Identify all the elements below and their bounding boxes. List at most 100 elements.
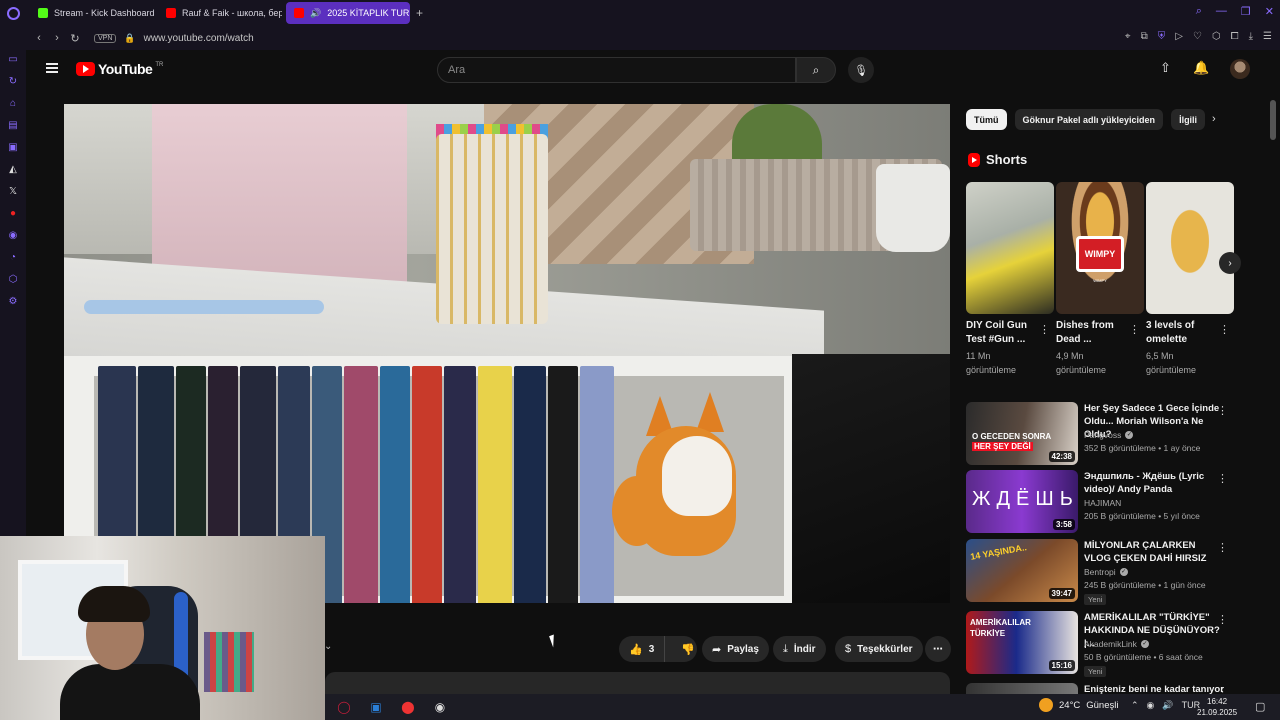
short-thumbnail[interactable]: [966, 182, 1054, 314]
hamburger-menu-icon[interactable]: [46, 63, 58, 73]
more-vertical-icon[interactable]: ⋮: [1217, 613, 1228, 626]
cube-icon[interactable]: ⬡: [1212, 31, 1221, 42]
like-button[interactable]: 👍 3: [619, 636, 666, 662]
voice-search-button[interactable]: 🎙: [848, 57, 874, 83]
tab-kitaplik-turu[interactable]: 🔊 2025 KİTAPLIK TURU: [286, 2, 410, 24]
url-field[interactable]: www.youtube.com/watch: [144, 33, 254, 44]
clock-icon[interactable]: ◔: [6, 250, 20, 264]
short-item[interactable]: DIY Coil Gun Test #Gun ... 11 Mn görüntü…: [966, 182, 1054, 377]
search-tabs-icon[interactable]: ⌕: [1196, 5, 1202, 18]
short-thumbnail[interactable]: WIMPY WIMPY: [1056, 182, 1144, 314]
short-item[interactable]: WIMPY WIMPY Dishes from Dead ... 4,9 Mn …: [1056, 182, 1144, 377]
twitch-icon[interactable]: ▤: [6, 118, 20, 132]
more-vertical-icon[interactable]: ⋮: [1039, 323, 1050, 336]
new-tab-button[interactable]: +: [416, 6, 423, 20]
youtube-logo[interactable]: YouTube TR: [76, 61, 163, 77]
chip-related[interactable]: İlgili: [1171, 109, 1206, 130]
video-player[interactable]: [64, 104, 950, 603]
heart-icon[interactable]: ♡: [1193, 31, 1202, 42]
opera-gx-taskbar-icon[interactable]: ◯: [331, 695, 357, 719]
discord-icon[interactable]: ▣: [6, 140, 20, 154]
recommendation-item[interactable]: O GECEDEN SONRA HER ŞEY DEĞİ 42:38 Her Ş…: [966, 402, 1256, 466]
video-title[interactable]: Эндшпиль - Ждёшь (Lyric video)/ Andy Pan…: [1084, 470, 1224, 496]
recommendation-item[interactable]: ЖДЁШЬ 3:58 Эндшпиль - Ждёшь (Lyric video…: [966, 470, 1256, 534]
weather-widget[interactable]: 24°C Güneşli: [1039, 698, 1118, 712]
chip-from-uploader[interactable]: Göknur Pakel adlı yükleyiciden: [1014, 109, 1164, 130]
recommendation-item[interactable]: Enişteniz beni ne kadar tanıyor ⋮: [966, 683, 1256, 694]
more-vertical-icon[interactable]: ⋮: [1217, 541, 1228, 554]
short-title[interactable]: Dishes from Dead ...: [1056, 319, 1128, 347]
download-button[interactable]: ⤓ İndir: [773, 636, 826, 662]
chevron-up-icon[interactable]: ⌃: [1131, 700, 1139, 711]
video-thumbnail[interactable]: ЖДЁШЬ 3:58: [966, 470, 1078, 533]
short-item[interactable]: 3 levels of omelette 6,5 Mn görüntüleme …: [1146, 182, 1234, 377]
chevron-down-icon[interactable]: ⌄: [324, 641, 332, 652]
taskbar-clock[interactable]: 16:42 21.09.2025: [1197, 696, 1237, 718]
more-vertical-icon[interactable]: ⋮: [1219, 323, 1230, 336]
obs-taskbar-icon[interactable]: ◉: [427, 695, 453, 719]
short-thumbnail[interactable]: [1146, 182, 1234, 314]
share-button[interactable]: ➦ Paylaş: [702, 636, 769, 662]
video-thumbnail[interactable]: AMERİKALILAR TÜRKİYE 15:16: [966, 611, 1078, 674]
upload-icon[interactable]: ⇧: [1160, 60, 1171, 76]
chevron-right-icon[interactable]: ›: [1212, 113, 1216, 125]
gx-control-icon[interactable]: ▭: [6, 52, 20, 66]
channel-name[interactable]: HAJIMAN: [1084, 498, 1121, 508]
chip-all[interactable]: Tümü: [966, 109, 1007, 130]
settings-icon[interactable]: ⚙: [6, 294, 20, 308]
shorts-next-button[interactable]: ›: [1219, 252, 1241, 274]
pin-icon[interactable]: ⌖: [1125, 31, 1131, 42]
page-scrollbar[interactable]: [1270, 90, 1276, 690]
bag-icon[interactable]: ⌂: [6, 96, 20, 110]
thanks-button[interactable]: $ Teşekkürler: [835, 636, 923, 662]
video-title[interactable]: Enişteniz beni ne kadar tanıyor: [1084, 683, 1224, 694]
avatar[interactable]: [1230, 59, 1250, 79]
lock-icon[interactable]: 🔒: [124, 33, 135, 44]
download-icon[interactable]: ⤓: [1249, 31, 1253, 42]
scrollbar-thumb[interactable]: [1270, 100, 1276, 140]
menu-icon[interactable]: ☰: [1263, 31, 1272, 42]
minimize-icon[interactable]: —: [1216, 5, 1227, 18]
channel-name[interactable]: AkademikLink ✓: [1084, 639, 1149, 649]
player-icon[interactable]: ◉: [6, 228, 20, 242]
video-thumbnail[interactable]: O GECEDEN SONRA HER ŞEY DEĞİ 42:38: [966, 402, 1078, 465]
short-title[interactable]: 3 levels of omelette: [1146, 319, 1218, 347]
maximize-icon[interactable]: ❐: [1241, 5, 1251, 18]
search-button[interactable]: ⌕: [796, 57, 836, 83]
puzzle-icon[interactable]: ⧠: [1231, 31, 1239, 42]
volume-icon[interactable]: 🔊: [1162, 700, 1173, 711]
recommendation-item[interactable]: 14 YAŞINDA.. 39:47 MİLYONLAR ÇALARKEN VL…: [966, 539, 1256, 605]
notification-center-icon[interactable]: ▢: [1255, 700, 1265, 713]
more-vertical-icon[interactable]: ⋮: [1217, 685, 1228, 694]
play-icon[interactable]: ▷: [1175, 31, 1183, 42]
record-icon[interactable]: ◉: [1147, 700, 1155, 711]
more-vertical-icon[interactable]: ⋮: [1217, 472, 1228, 485]
extensions-icon[interactable]: ⬡: [6, 272, 20, 286]
notifications-bell-icon[interactable]: 🔔: [1193, 60, 1209, 76]
short-title[interactable]: DIY Coil Gun Test #Gun ...: [966, 319, 1038, 347]
tab-rauf-faik[interactable]: Rauf & Faik - школа, бер: [158, 2, 282, 24]
x-icon[interactable]: 𝕏: [6, 184, 20, 198]
vpn-badge[interactable]: VPN: [94, 33, 117, 43]
forward-icon[interactable]: ›: [48, 32, 66, 44]
video-thumbnail[interactable]: 14 YAŞINDA.. 39:47: [966, 539, 1078, 602]
history-icon[interactable]: ↻: [6, 74, 20, 88]
snapshot-icon[interactable]: ⧉: [1141, 31, 1148, 42]
more-actions-button[interactable]: ⋯: [925, 636, 951, 662]
reload-icon[interactable]: ↻: [66, 32, 84, 45]
channel-name[interactable]: Pangvoss ✓: [1084, 430, 1134, 440]
more-vertical-icon[interactable]: ⋮: [1129, 323, 1140, 336]
channel-name[interactable]: Bentropi ✓: [1084, 567, 1128, 577]
tab-kick-dashboard[interactable]: Stream - Kick Dashboard: [30, 2, 154, 24]
recommendation-item[interactable]: AMERİKALILAR TÜRKİYE 15:16 AMERİKALILAR …: [966, 611, 1256, 677]
dislike-button[interactable]: 👎: [671, 636, 705, 662]
instagram-icon[interactable]: ●: [6, 206, 20, 220]
adblock-shield-icon[interactable]: ⛨: [1158, 31, 1166, 42]
description-box[interactable]: [325, 672, 950, 694]
back-icon[interactable]: ‹: [30, 32, 48, 44]
location-taskbar-icon[interactable]: ⬤: [395, 695, 421, 719]
store-taskbar-icon[interactable]: ▣: [363, 695, 389, 719]
opera-gx-logo-icon[interactable]: [0, 0, 26, 26]
ai-icon[interactable]: ◭: [6, 162, 20, 176]
video-thumbnail[interactable]: [966, 683, 1078, 694]
